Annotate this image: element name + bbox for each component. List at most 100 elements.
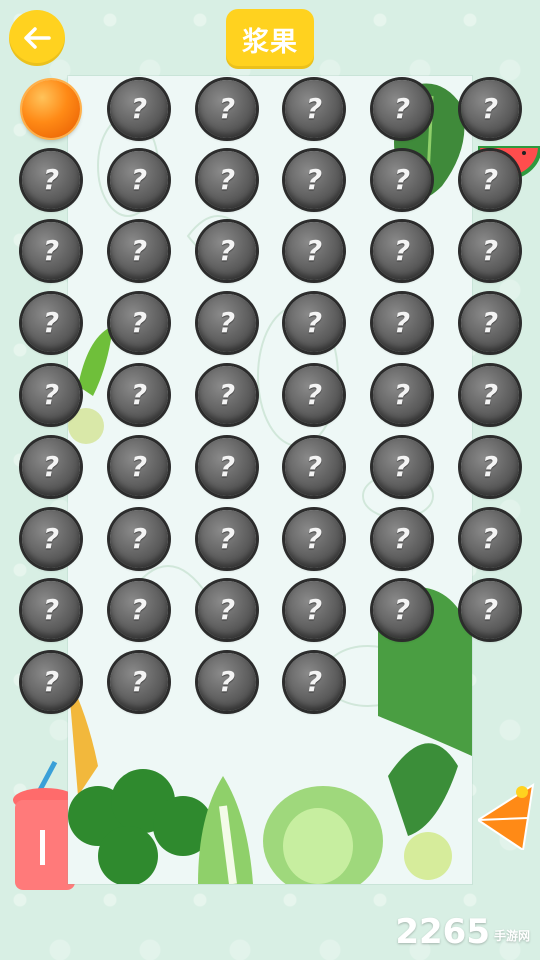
level-button-locked[interactable]: ?: [198, 151, 256, 209]
question-mark-icon: ?: [42, 593, 60, 626]
watermark: 2265 手游网: [395, 912, 530, 952]
question-mark-icon: ?: [130, 306, 148, 339]
level-button-locked[interactable]: ?: [198, 294, 256, 352]
level-button-locked[interactable]: ?: [285, 222, 343, 280]
question-mark-icon: ?: [481, 234, 499, 267]
question-mark-icon: ?: [218, 378, 236, 411]
level-button-locked[interactable]: ?: [285, 653, 343, 711]
level-button-locked[interactable]: ?: [285, 294, 343, 352]
question-mark-icon: ?: [305, 665, 323, 698]
question-mark-icon: ?: [393, 306, 411, 339]
level-button-locked[interactable]: ?: [22, 151, 80, 209]
question-mark-icon: ?: [481, 522, 499, 555]
level-button-locked[interactable]: ?: [461, 151, 519, 209]
question-mark-icon: ?: [42, 522, 60, 555]
watermark-site: 手游网: [493, 929, 530, 943]
level-button-locked[interactable]: ?: [110, 438, 168, 496]
level-button-locked[interactable]: ?: [461, 294, 519, 352]
question-mark-icon: ?: [218, 234, 236, 267]
question-mark-icon: ?: [393, 450, 411, 483]
question-mark-icon: ?: [393, 593, 411, 626]
level-button-locked[interactable]: ?: [461, 581, 519, 639]
level-grid: ????????????????????????????????????????…: [0, 0, 540, 960]
question-mark-icon: ?: [42, 306, 60, 339]
level-button-locked[interactable]: ?: [110, 653, 168, 711]
question-mark-icon: ?: [305, 163, 323, 196]
question-mark-icon: ?: [218, 163, 236, 196]
level-button-locked[interactable]: ?: [198, 222, 256, 280]
level-button-locked[interactable]: ?: [110, 151, 168, 209]
question-mark-icon: ?: [42, 163, 60, 196]
question-mark-icon: ?: [305, 92, 323, 125]
question-mark-icon: ?: [218, 522, 236, 555]
question-mark-icon: ?: [305, 593, 323, 626]
question-mark-icon: ?: [42, 450, 60, 483]
question-mark-icon: ?: [481, 593, 499, 626]
question-mark-icon: ?: [218, 92, 236, 125]
level-button-locked[interactable]: ?: [461, 80, 519, 138]
level-button-locked[interactable]: ?: [198, 653, 256, 711]
level-button-locked[interactable]: ?: [461, 366, 519, 424]
level-button-locked[interactable]: ?: [461, 438, 519, 496]
question-mark-icon: ?: [481, 163, 499, 196]
question-mark-icon: ?: [130, 378, 148, 411]
level-button-locked[interactable]: ?: [110, 222, 168, 280]
level-button-locked[interactable]: ?: [285, 151, 343, 209]
question-mark-icon: ?: [130, 92, 148, 125]
question-mark-icon: ?: [130, 450, 148, 483]
level-button-locked[interactable]: ?: [110, 80, 168, 138]
level-button-locked[interactable]: ?: [22, 366, 80, 424]
question-mark-icon: ?: [481, 306, 499, 339]
level-button-locked[interactable]: ?: [373, 581, 431, 639]
question-mark-icon: ?: [218, 593, 236, 626]
question-mark-icon: ?: [305, 234, 323, 267]
level-button-locked[interactable]: ?: [373, 222, 431, 280]
level-button-locked[interactable]: ?: [110, 510, 168, 568]
level-button-locked[interactable]: ?: [22, 438, 80, 496]
level-button-locked[interactable]: ?: [373, 366, 431, 424]
question-mark-icon: ?: [305, 378, 323, 411]
level-button-locked[interactable]: ?: [373, 294, 431, 352]
level-button-locked[interactable]: ?: [285, 366, 343, 424]
question-mark-icon: ?: [130, 593, 148, 626]
level-button-locked[interactable]: ?: [285, 510, 343, 568]
question-mark-icon: ?: [481, 378, 499, 411]
question-mark-icon: ?: [42, 234, 60, 267]
level-button-locked[interactable]: ?: [285, 581, 343, 639]
question-mark-icon: ?: [481, 92, 499, 125]
level-button-locked[interactable]: ?: [373, 151, 431, 209]
level-button-locked[interactable]: ?: [22, 581, 80, 639]
question-mark-icon: ?: [218, 450, 236, 483]
level-button-locked[interactable]: ?: [285, 80, 343, 138]
level-button-locked[interactable]: ?: [461, 222, 519, 280]
question-mark-icon: ?: [305, 450, 323, 483]
level-button-locked[interactable]: ?: [22, 294, 80, 352]
question-mark-icon: ?: [393, 522, 411, 555]
level-button-locked[interactable]: ?: [110, 366, 168, 424]
question-mark-icon: ?: [393, 163, 411, 196]
question-mark-icon: ?: [130, 522, 148, 555]
level-button-locked[interactable]: ?: [198, 366, 256, 424]
level-button-locked[interactable]: ?: [285, 438, 343, 496]
question-mark-icon: ?: [130, 163, 148, 196]
question-mark-icon: ?: [218, 665, 236, 698]
level-button-locked[interactable]: ?: [461, 510, 519, 568]
question-mark-icon: ?: [393, 92, 411, 125]
level-button-locked[interactable]: ?: [198, 510, 256, 568]
question-mark-icon: ?: [130, 665, 148, 698]
level-button-locked[interactable]: ?: [373, 510, 431, 568]
level-button-locked[interactable]: ?: [198, 581, 256, 639]
level-button-locked[interactable]: ?: [110, 294, 168, 352]
level-button-locked[interactable]: ?: [110, 581, 168, 639]
level-button-locked[interactable]: ?: [22, 653, 80, 711]
level-button-unlocked[interactable]: [22, 80, 80, 138]
level-button-locked[interactable]: ?: [198, 80, 256, 138]
level-button-locked[interactable]: ?: [22, 222, 80, 280]
question-mark-icon: ?: [130, 234, 148, 267]
level-button-locked[interactable]: ?: [373, 438, 431, 496]
question-mark-icon: ?: [393, 378, 411, 411]
question-mark-icon: ?: [305, 306, 323, 339]
level-button-locked[interactable]: ?: [22, 510, 80, 568]
level-button-locked[interactable]: ?: [198, 438, 256, 496]
level-button-locked[interactable]: ?: [373, 80, 431, 138]
